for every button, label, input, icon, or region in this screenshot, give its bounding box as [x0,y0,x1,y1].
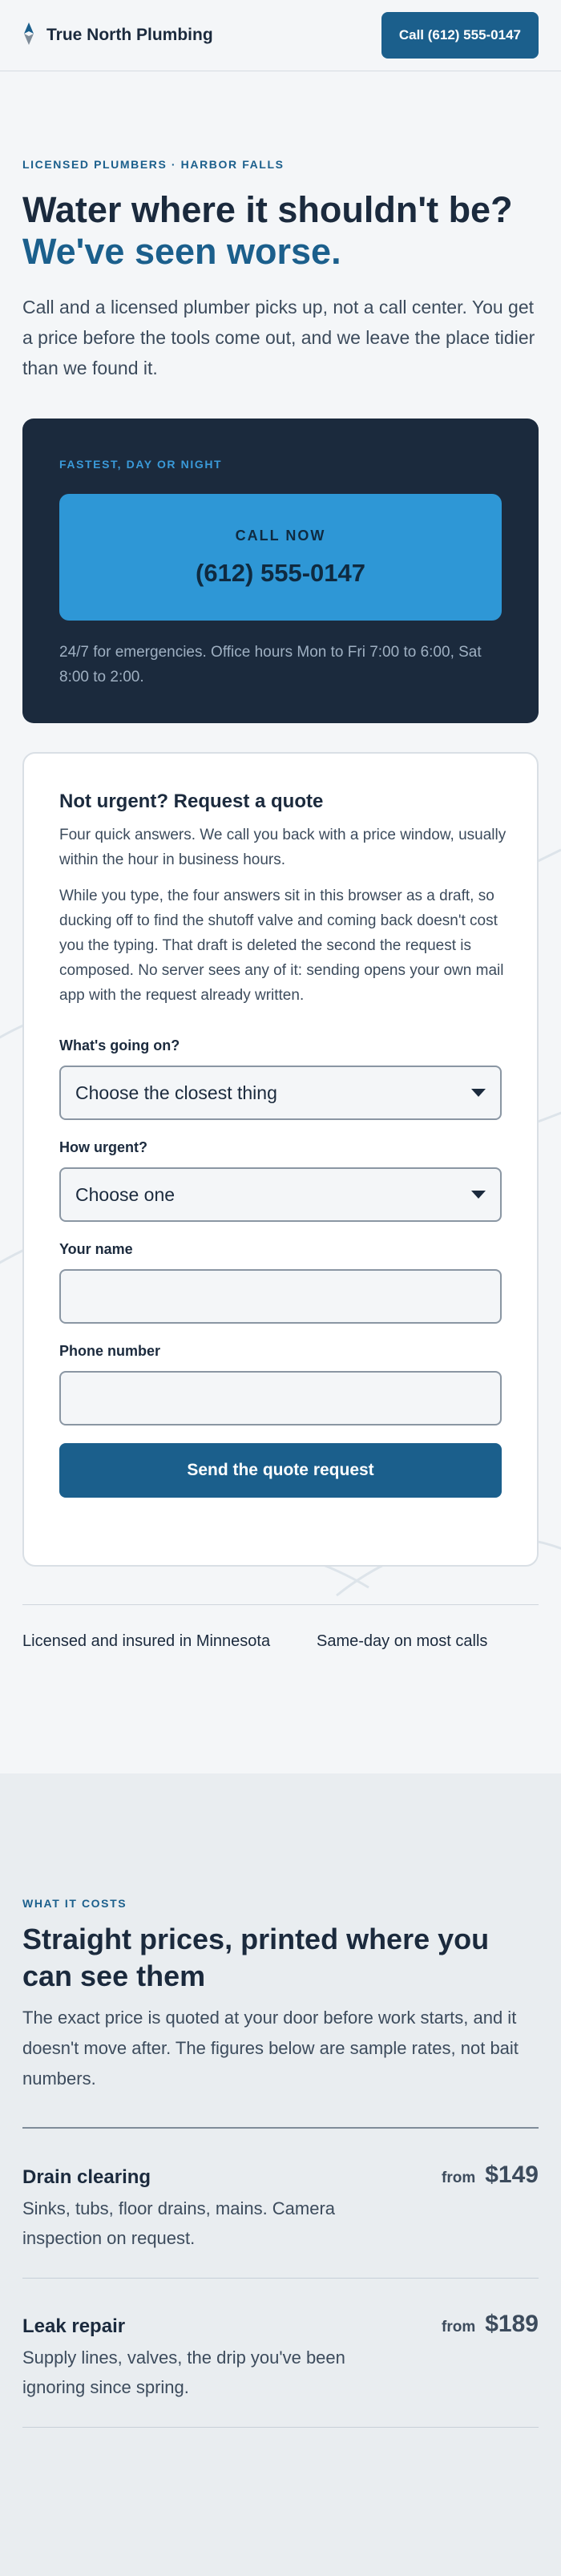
price-from-label: from [442,2170,476,2186]
brand-name: True North Plumbing [46,26,213,44]
header-call-button[interactable]: Call (612) 555-0147 [381,12,539,59]
trust-divider [22,1604,539,1605]
hero-lede: Call and a licensed plumber picks up, no… [22,297,535,378]
issue-select-value: Choose the closest thing [75,1082,277,1103]
price-from-label: from [442,2319,476,2335]
service-price: from $149 [442,2161,539,2189]
phone-label: Phone number [59,1343,161,1359]
price-amount: $149 [485,2161,539,2188]
chevron-down-icon [471,1089,486,1097]
urgency-label: How urgent? [59,1139,147,1155]
urgency-select-value: Choose one [75,1183,176,1205]
pricing-divider [22,2278,539,2279]
issue-label: What's going on? [59,1037,180,1053]
quote-form-title: Not urgent? Request a quote [59,791,324,812]
pricing-title: Straight prices, printed where you can s… [22,1923,490,1992]
office-hours: 24/7 for emergencies. Office hours Mon t… [59,644,482,685]
urgency-select[interactable]: Choose one [59,1167,502,1222]
issue-select[interactable]: Choose the closest thing [59,1066,502,1120]
brand[interactable]: True North Plumbing [22,22,213,49]
pricing-divider [22,2427,539,2428]
hero-title-line2: We've seen worse. [22,231,341,272]
call-now-button[interactable]: CALL NOW (612) 555-0147 [59,494,502,621]
hero-title: Water where it shouldn't be? We've seen … [22,189,543,273]
call-now-phone: (612) 555-0147 [196,559,365,587]
hero-eyebrow: LICENSED PLUMBERS · HARBOR FALLS [22,158,285,171]
call-panel-eyebrow: FASTEST, DAY OR NIGHT [59,458,223,471]
send-quote-button[interactable]: Send the quote request [59,1443,502,1498]
name-input[interactable] [59,1269,502,1324]
trust-licensed: Licensed and insured in Minnesota [22,1632,271,1650]
service-name: Drain clearing [22,2166,151,2188]
quote-form-card: Not urgent? Request a quote Four quick a… [22,752,539,1567]
chevron-down-icon [471,1191,486,1199]
service-description: Sinks, tubs, floor drains, mains. Camera… [22,2198,336,2248]
pricing-lede: The exact price is quoted at your door b… [22,2008,519,2089]
call-now-label: CALL NOW [235,528,326,544]
compass-needle-icon [22,22,35,49]
hero-title-line1: Water where it shouldn't be? [22,189,513,230]
site-header: True North Plumbing Call (612) 555-0147 [0,0,561,71]
service-name: Leak repair [22,2315,126,2337]
phone-input[interactable] [59,1371,502,1425]
call-panel: FASTEST, DAY OR NIGHT CALL NOW (612) 555… [22,419,539,723]
price-amount: $189 [485,2311,539,2337]
trust-same-day: Same-day on most calls [317,1632,488,1650]
pricing-divider [22,2127,539,2129]
pricing-eyebrow: WHAT IT COSTS [22,1897,127,1910]
quote-form-intro: Four quick answers. We call you back wit… [59,827,507,868]
quote-form-privacy-note: While you type, the four answers sit in … [59,888,504,1004]
service-price: from $189 [442,2311,539,2338]
name-label: Your name [59,1241,133,1257]
service-description: Supply lines, valves, the drip you've be… [22,2348,345,2397]
